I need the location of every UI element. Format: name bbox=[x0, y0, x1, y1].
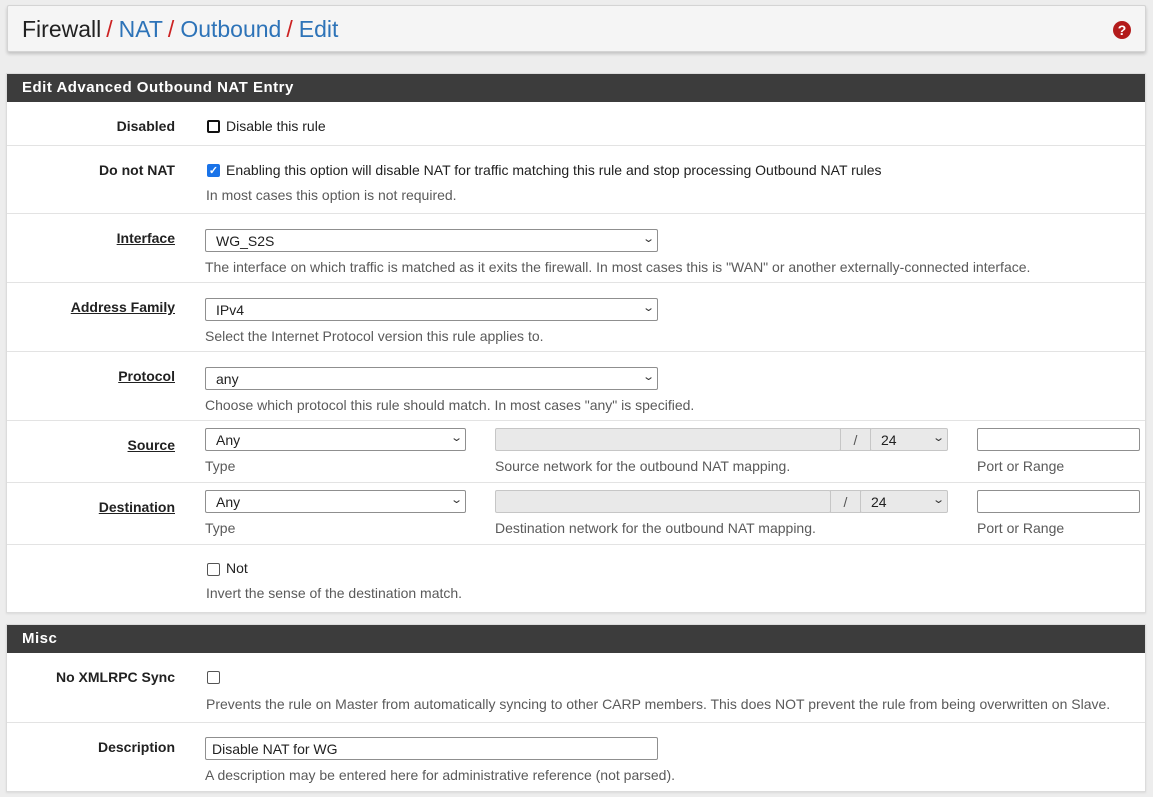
address-family-label: Address Family bbox=[70, 299, 175, 315]
chevron-down-icon: ⌄ bbox=[931, 432, 945, 444]
disabled-label: Disabled bbox=[116, 118, 175, 134]
no-xmlrpc-sync-label: No XMLRPC Sync bbox=[55, 669, 175, 685]
source-mask-value: 24 bbox=[881, 432, 897, 448]
address-family-select[interactable]: IPv4 ⌄ bbox=[205, 298, 658, 321]
destination-network-input[interactable] bbox=[495, 490, 831, 513]
source-label: Source bbox=[127, 437, 175, 453]
description-help: A description may be entered here for ad… bbox=[205, 767, 676, 783]
breadcrumb: Firewall / NAT / Outbound / Edit bbox=[22, 16, 338, 43]
chevron-down-icon: ⌄ bbox=[641, 233, 655, 245]
destination-mask-slash: / bbox=[830, 490, 861, 513]
description-input[interactable]: Disable NAT for WG bbox=[205, 737, 658, 760]
source-port-input[interactable] bbox=[977, 428, 1140, 451]
destination-type-help: Type bbox=[205, 520, 236, 536]
chevron-down-icon: ⌄ bbox=[641, 371, 655, 383]
not-help: Invert the sense of the destination matc… bbox=[206, 585, 463, 601]
source-network-input[interactable] bbox=[495, 428, 841, 451]
row-destination: Destination Any ⌄ Type / 24 ⌄ Destinatio… bbox=[7, 483, 1145, 545]
destination-network-help: Destination network for the outbound NAT… bbox=[495, 520, 816, 536]
protocol-select-value: any bbox=[216, 371, 239, 387]
source-mask-slash: / bbox=[840, 428, 871, 451]
misc-panel: Misc No XMLRPC Sync Prevents the rule on… bbox=[6, 624, 1146, 792]
interface-help: The interface on which traffic is matche… bbox=[205, 259, 1031, 275]
interface-select-value: WG_S2S bbox=[216, 233, 275, 249]
row-interface: Interface WG_S2S ⌄ The interface on whic… bbox=[7, 214, 1145, 283]
chevron-down-icon: ⌄ bbox=[931, 494, 945, 506]
source-type-help: Type bbox=[205, 458, 236, 474]
panel-title: Edit Advanced Outbound NAT Entry bbox=[7, 74, 1145, 102]
interface-label: Interface bbox=[116, 230, 175, 246]
row-disabled: Disabled Disable this rule bbox=[7, 102, 1145, 146]
destination-mask-value: 24 bbox=[871, 494, 887, 510]
breadcrumb-firewall: Firewall bbox=[22, 16, 102, 42]
not-checkbox-label: Not bbox=[226, 560, 248, 576]
edit-nat-entry-panel: Edit Advanced Outbound NAT Entry Disable… bbox=[6, 73, 1146, 613]
chevron-down-icon: ⌄ bbox=[449, 494, 463, 506]
chevron-down-icon: ⌄ bbox=[641, 302, 655, 314]
question-circle-icon[interactable]: ? bbox=[1113, 21, 1131, 39]
source-port-help: Port or Range bbox=[977, 458, 1065, 474]
address-family-select-value: IPv4 bbox=[216, 302, 245, 318]
row-source: Source Any ⌄ Type / 24 ⌄ Source network … bbox=[7, 421, 1145, 483]
do-not-nat-label: Do not NAT bbox=[99, 162, 175, 178]
breadcrumb-edit-link[interactable]: Edit bbox=[299, 16, 339, 42]
protocol-select[interactable]: any ⌄ bbox=[205, 367, 658, 390]
protocol-label: Protocol bbox=[118, 368, 175, 384]
page-header: Firewall / NAT / Outbound / Edit ? bbox=[7, 5, 1146, 52]
breadcrumb-separator: / bbox=[286, 16, 293, 42]
not-checkbox[interactable] bbox=[207, 563, 220, 576]
no-xmlrpc-sync-checkbox[interactable] bbox=[207, 671, 220, 684]
destination-port-input[interactable] bbox=[977, 490, 1140, 513]
row-do-not-nat: Do not NAT ✓ Enabling this option will d… bbox=[7, 146, 1145, 214]
breadcrumb-separator: / bbox=[106, 16, 113, 42]
disable-rule-checkbox[interactable] bbox=[207, 120, 220, 133]
source-type-value: Any bbox=[216, 432, 241, 448]
source-network-help: Source network for the outbound NAT mapp… bbox=[495, 458, 791, 474]
row-protocol: Protocol any ⌄ Choose which protocol thi… bbox=[7, 352, 1145, 421]
interface-select[interactable]: WG_S2S ⌄ bbox=[205, 229, 658, 252]
panel-title: Misc bbox=[7, 625, 1145, 653]
breadcrumb-separator: / bbox=[167, 16, 175, 42]
breadcrumb-outbound-link[interactable]: Outbound bbox=[180, 16, 281, 42]
do-not-nat-checkbox[interactable]: ✓ bbox=[207, 164, 220, 177]
no-xmlrpc-sync-help: Prevents the rule on Master from automat… bbox=[206, 696, 1111, 712]
protocol-help: Choose which protocol this rule should m… bbox=[205, 397, 695, 413]
row-not: Not Invert the sense of the destination … bbox=[7, 545, 1145, 612]
row-no-xmlrpc-sync: No XMLRPC Sync Prevents the rule on Mast… bbox=[7, 653, 1145, 723]
destination-mask-select[interactable]: 24 ⌄ bbox=[860, 490, 948, 513]
chevron-down-icon: ⌄ bbox=[449, 432, 463, 444]
source-mask-select[interactable]: 24 ⌄ bbox=[870, 428, 948, 451]
destination-type-value: Any bbox=[216, 494, 241, 510]
disable-rule-checkbox-label: Disable this rule bbox=[226, 118, 326, 134]
source-type-select[interactable]: Any ⌄ bbox=[205, 428, 466, 451]
row-address-family: Address Family IPv4 ⌄ Select the Interne… bbox=[7, 283, 1145, 352]
address-family-help: Select the Internet Protocol version thi… bbox=[205, 328, 544, 344]
do-not-nat-checkbox-label: Enabling this option will disable NAT fo… bbox=[226, 162, 882, 178]
destination-label: Destination bbox=[98, 499, 175, 515]
row-description: Description Disable NAT for WG A descrip… bbox=[7, 723, 1145, 791]
breadcrumb-nat-link[interactable]: NAT bbox=[119, 16, 163, 42]
do-not-nat-help: In most cases this option is not require… bbox=[206, 187, 457, 203]
description-label: Description bbox=[97, 739, 175, 755]
destination-port-help: Port or Range bbox=[977, 520, 1065, 536]
destination-type-select[interactable]: Any ⌄ bbox=[205, 490, 466, 513]
